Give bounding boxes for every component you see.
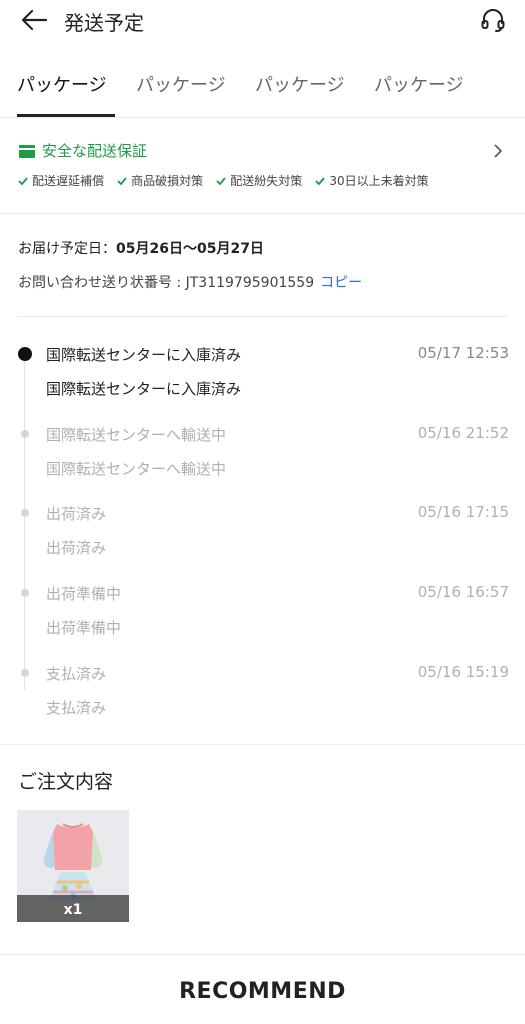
product-thumbnail[interactable]: x1 xyxy=(17,810,129,922)
quantity-label: x1 xyxy=(63,902,83,918)
tab-package-2[interactable]: パッケージ xyxy=(136,72,226,116)
tracking-label: お問い合わせ送り状番号 : xyxy=(18,275,186,291)
tab-package-4[interactable]: パッケージ xyxy=(374,72,464,116)
recommend-section: RECOMMEND xyxy=(0,954,525,1024)
guarantee-title: 安全な配送保証 xyxy=(42,142,148,160)
check-icon xyxy=(18,177,28,186)
timeline-time: 05/17 12:53 xyxy=(417,344,509,362)
divider xyxy=(18,316,508,317)
tab-package-1[interactable]: パッケージ xyxy=(17,72,107,116)
tracking-number: JT3119795901559 xyxy=(185,275,315,291)
timeline-time: 05/16 15:19 xyxy=(417,663,509,681)
timeline-item: 国際転送センターへ輸送中 05/16 21:52 国際転送センターへ輸送中 xyxy=(0,404,525,484)
timeline-status: 出荷準備中 xyxy=(46,585,122,603)
guarantee-card-icon xyxy=(19,145,35,158)
tracking-info: お問い合わせ送り状番号 : JT3119795901559 コピー xyxy=(18,272,362,292)
timeline-item: 国際転送センターに入庫済み 05/17 12:53 国際転送センターに入庫済み xyxy=(0,324,525,404)
check-icon xyxy=(216,177,226,186)
delivery-estimate-date: 05月26日〜05月27日 xyxy=(116,241,264,257)
timeline-time: 05/16 17:15 xyxy=(417,503,509,521)
order-contents: ご注文内容 x1 xyxy=(0,744,525,954)
timeline-item: 出荷済み 05/16 17:15 出荷済み xyxy=(0,483,525,563)
timeline-dot xyxy=(21,589,29,597)
guarantee-item: 配送遅延補償 xyxy=(18,171,104,191)
timeline-item: 出荷準備中 05/16 16:57 出荷準備中 xyxy=(0,563,525,643)
guarantee-item: 商品破損対策 xyxy=(117,171,203,191)
timeline-detail: 国際転送センターに入庫済み xyxy=(46,380,242,398)
timeline-dot xyxy=(18,347,32,361)
delivery-info: お届け予定日：05月26日〜05月27日 お問い合わせ送り状番号 : JT311… xyxy=(0,214,525,318)
timeline-detail: 支払済み xyxy=(46,699,107,717)
header: 発送予定 xyxy=(0,0,525,44)
timeline-dot xyxy=(21,430,29,438)
timeline-dot xyxy=(21,669,29,677)
guarantee-items: 配送遅延補償 商品破損対策 配送紛失対策 30日以上未着対策 xyxy=(18,170,437,190)
timeline-time: 05/16 16:57 xyxy=(417,583,509,601)
active-tab-indicator xyxy=(17,114,115,117)
guarantee-item: 30日以上未着対策 xyxy=(315,171,429,191)
arrow-left-icon[interactable] xyxy=(20,8,48,32)
tab-package-3[interactable]: パッケージ xyxy=(255,72,345,116)
timeline-status: 国際転送センターに入庫済み xyxy=(46,346,242,364)
timeline-detail: 出荷済み xyxy=(46,539,107,557)
page-title: 発送予定 xyxy=(64,11,144,35)
timeline-time: 05/16 21:52 xyxy=(417,424,509,442)
copy-button[interactable]: コピー xyxy=(320,275,362,291)
timeline-detail: 国際転送センターへ輸送中 xyxy=(46,460,227,478)
timeline-dot xyxy=(21,509,29,517)
delivery-estimate-label: お届け予定日： xyxy=(18,241,116,257)
check-icon xyxy=(117,177,127,186)
delivery-estimate: お届け予定日：05月26日〜05月27日 xyxy=(18,238,264,258)
timeline-detail: 出荷準備中 xyxy=(46,619,122,637)
timeline-status: 国際転送センターへ輸送中 xyxy=(46,426,227,444)
tracking-timeline: 国際転送センターに入庫済み 05/17 12:53 国際転送センターに入庫済み … xyxy=(0,318,525,742)
timeline-item: 支払済み 05/16 15:19 支払済み xyxy=(0,643,525,723)
recommend-title: RECOMMEND xyxy=(179,979,346,1004)
chevron-right-icon[interactable] xyxy=(493,144,503,158)
guarantee-item: 配送紛失対策 xyxy=(216,171,302,191)
shipping-guarantee-banner[interactable]: 安全な配送保証 配送遅延補償 商品破損対策 配送紛失対策 30日以上未着対策 xyxy=(0,118,525,214)
package-tabs: パッケージ パッケージ パッケージ パッケージ xyxy=(0,72,525,118)
headset-icon[interactable] xyxy=(479,6,507,34)
check-icon xyxy=(315,177,326,186)
timeline-status: 支払済み xyxy=(46,665,107,683)
order-title: ご注文内容 xyxy=(18,771,114,793)
timeline-status: 出荷済み xyxy=(46,505,107,523)
